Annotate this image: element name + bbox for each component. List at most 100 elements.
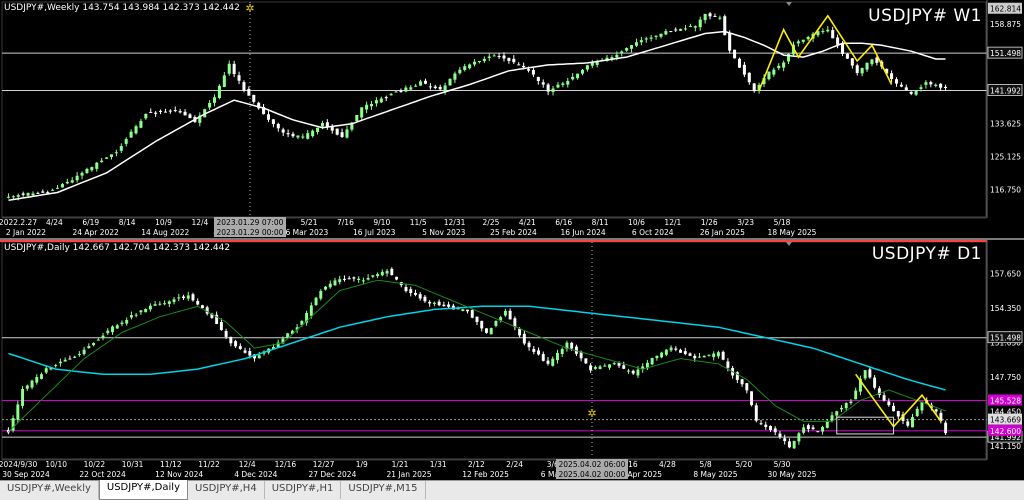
tab-usdjpy-weekly[interactable]: USDJPY#,Weekly — [0, 481, 99, 499]
weekly-chart[interactable]: ✲ 116.750 125.125 133.625 141.992 151.498 158.… — [0, 0, 1024, 238]
candle-body — [248, 351, 252, 356]
candle-body — [109, 154, 114, 158]
candle-body — [693, 355, 697, 359]
candle-body — [144, 309, 148, 313]
candle-body — [664, 31, 668, 35]
candle-body — [911, 417, 914, 428]
candle-body — [31, 193, 35, 196]
candle-body — [385, 270, 389, 274]
daily-chart[interactable]: ✲141.150144.450147.750151.050154.350157.… — [0, 240, 1024, 480]
date-tick-label: 27 Dec 2024 — [308, 470, 356, 479]
candle-body — [811, 427, 815, 430]
chart-shift-marker-icon — [786, 2, 792, 6]
candle-body — [475, 316, 479, 323]
daily-chart-pane[interactable]: ✲141.150144.450147.750151.050154.350157.… — [0, 240, 1024, 480]
candle-body — [212, 97, 217, 103]
candle-body — [200, 305, 204, 308]
time-tick-label: 12/1 — [664, 218, 681, 227]
candle-body — [361, 280, 365, 282]
candle-body — [896, 410, 900, 417]
candle-body — [433, 86, 437, 89]
candle-body — [664, 349, 668, 355]
candle-body — [792, 440, 796, 449]
candle-body — [944, 86, 948, 88]
candle-body — [82, 349, 86, 355]
candle-body — [778, 433, 782, 437]
candle-body — [101, 335, 105, 339]
candle-body — [726, 361, 730, 368]
candle-body — [306, 133, 310, 139]
candle-body — [252, 94, 256, 102]
price-tick-label: 158.875 — [990, 20, 1021, 29]
candle-body — [237, 75, 241, 81]
time-tick-label: 4/28 — [659, 460, 676, 469]
candle-body — [873, 377, 877, 388]
time-tick-label: 5/18 — [774, 218, 791, 227]
time-tick-label: 2/25 — [483, 218, 500, 227]
candle-body — [114, 152, 118, 154]
candle-body — [737, 58, 742, 68]
candle-body — [342, 278, 346, 280]
candle-body — [944, 422, 948, 434]
candle-body — [754, 405, 758, 421]
tab-usdjpy-h1[interactable]: USDJPY#,H1 — [265, 481, 342, 499]
candle-body — [144, 113, 148, 119]
candle-body — [404, 87, 408, 92]
candle-body — [77, 354, 81, 356]
candle-body — [536, 76, 540, 82]
candle-body — [796, 41, 800, 44]
weekly-symbol-label: USDJPY# W1 — [868, 6, 982, 26]
date-tick-label: 18 May 2025 — [768, 228, 817, 237]
candle-body — [698, 356, 701, 358]
time-tick-label: 12/4 — [191, 218, 208, 227]
candle-body — [419, 81, 423, 86]
candle-body — [80, 172, 84, 176]
candle-body — [821, 31, 825, 33]
tab-usdjpy-daily[interactable]: USDJPY#,Daily — [98, 480, 188, 500]
date-tick-label: 12 Feb 2025 — [462, 470, 509, 479]
candle-body — [855, 65, 859, 73]
tab-usdjpy-h4[interactable]: USDJPY#,H4 — [188, 481, 265, 499]
candle-body — [783, 438, 787, 442]
candle-body — [36, 192, 40, 194]
candle-body — [30, 380, 34, 388]
candle-body — [87, 346, 91, 349]
tab-usdjpy-m15[interactable]: USDJPY#,M15 — [341, 481, 426, 499]
candle-body — [769, 426, 772, 430]
candle-body — [742, 64, 746, 75]
candle-body — [163, 111, 167, 113]
candle-body — [414, 85, 418, 87]
candle-body — [502, 55, 506, 59]
candle-body — [224, 331, 228, 337]
dotted-level-label: 143.669 — [990, 416, 1021, 425]
candle-body — [276, 123, 280, 129]
candle-body — [845, 53, 849, 59]
candle-body — [418, 294, 422, 299]
date-tick-label: 5 Nov 2023 — [422, 228, 465, 237]
candle-body — [232, 63, 236, 75]
daily-symbol-label: USDJPY# D1 — [871, 244, 982, 264]
weekly-chart-pane[interactable]: ✲ 116.750 125.125 133.625 141.992 151.498 158.… — [0, 0, 1024, 238]
chart-frame — [1, 241, 987, 461]
candle-body — [105, 157, 109, 159]
candle-body — [134, 314, 138, 316]
candle-body — [679, 28, 683, 31]
candle-body — [585, 65, 589, 70]
candle-body — [546, 360, 550, 364]
time-tick-label: 1/26 — [701, 218, 718, 227]
candle-body — [95, 162, 99, 169]
candle-body — [915, 408, 919, 417]
candle-body — [825, 421, 829, 428]
candle-body — [631, 370, 635, 374]
candle-body — [522, 65, 526, 68]
candle-body — [182, 296, 185, 299]
candle-body — [374, 100, 378, 104]
candle-body — [688, 353, 692, 356]
candle-body — [489, 328, 493, 335]
candle-body — [526, 69, 531, 71]
date-tick-label: 26 Mar 2023 — [281, 228, 329, 237]
price-tick-label: 151.498 — [990, 49, 1021, 58]
time-tick-label: 6/19 — [82, 218, 99, 227]
candle-body — [527, 342, 531, 348]
candle-body — [60, 184, 64, 188]
